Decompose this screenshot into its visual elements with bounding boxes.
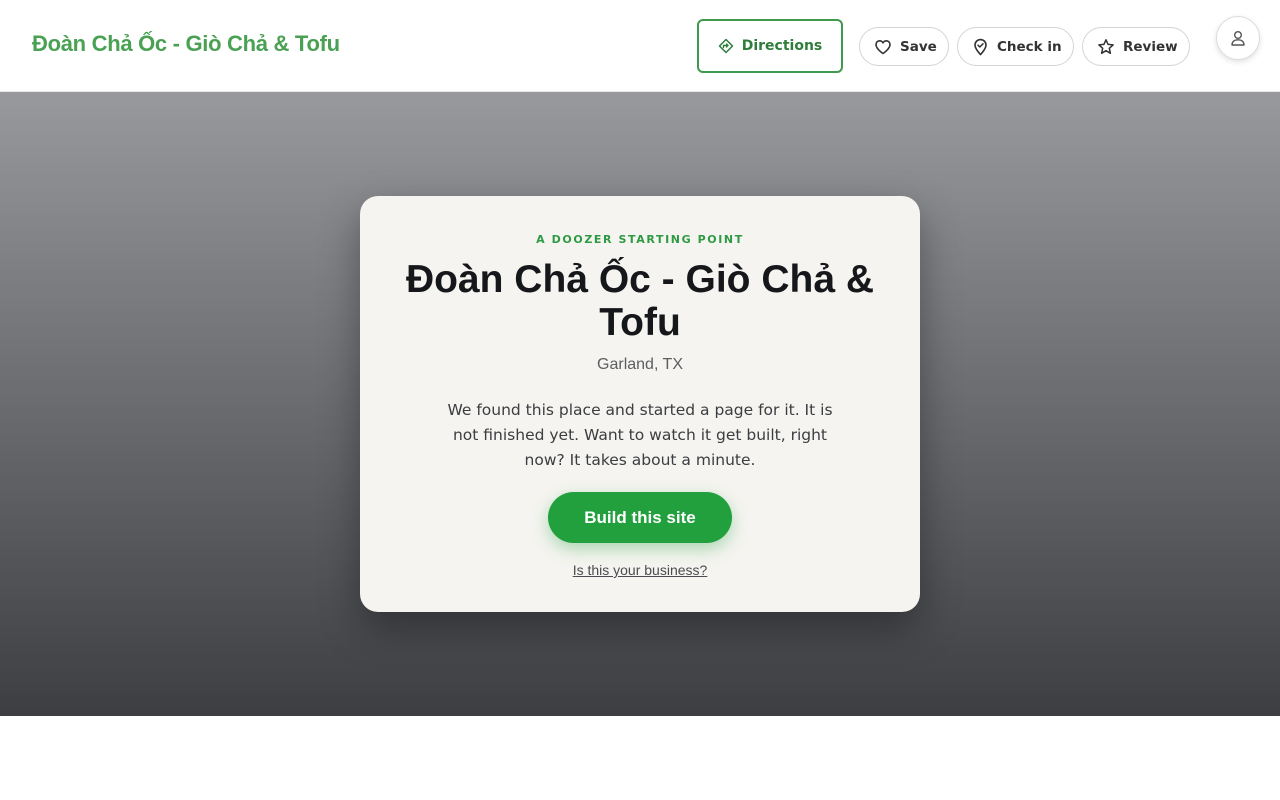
directions-label: Directions bbox=[741, 38, 823, 54]
directions-icon bbox=[718, 38, 733, 54]
business-title: Đoàn Chả Ốc - Giò Chả & Tofu bbox=[405, 258, 875, 344]
directions-button[interactable]: Directions bbox=[697, 19, 843, 73]
account-button[interactable] bbox=[1216, 16, 1260, 60]
hero-section: A DOOZER STARTING POINT Đoàn Chả Ốc - Gi… bbox=[0, 92, 1280, 716]
card-description: We found this place and started a page f… bbox=[447, 401, 833, 469]
claim-business-link[interactable]: Is this your business? bbox=[360, 562, 920, 578]
build-site-card: A DOOZER STARTING POINT Đoàn Chả Ốc - Gi… bbox=[360, 196, 920, 612]
save-label: Save bbox=[900, 38, 937, 55]
heart-icon bbox=[875, 39, 891, 54]
check-in-button[interactable]: Check in bbox=[957, 27, 1074, 66]
star-icon bbox=[1098, 38, 1114, 54]
review-label: Review bbox=[1123, 38, 1178, 55]
top-header: Đoàn Chả Ốc - Giò Chả & Tofu Directions … bbox=[0, 0, 1280, 92]
save-button[interactable]: Save bbox=[859, 27, 949, 66]
business-location: Garland, TX bbox=[597, 356, 683, 373]
check-in-label: Check in bbox=[997, 38, 1062, 55]
map-pin-icon bbox=[974, 38, 987, 55]
card-eyebrow: A DOOZER STARTING POINT bbox=[536, 233, 744, 246]
user-icon bbox=[1231, 31, 1245, 46]
brand-name[interactable]: Đoàn Chả Ốc - Giò Chả & Tofu bbox=[32, 31, 340, 57]
review-button[interactable]: Review bbox=[1082, 27, 1190, 66]
build-site-button[interactable]: Build this site bbox=[548, 492, 732, 543]
